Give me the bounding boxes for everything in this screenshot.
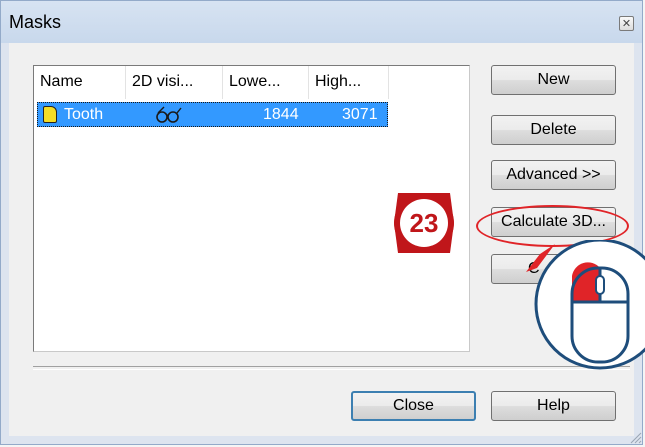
new-button[interactable]: New bbox=[491, 65, 616, 95]
close-window-icon[interactable]: ✕ bbox=[619, 16, 634, 31]
advanced-button[interactable]: Advanced >> bbox=[491, 160, 616, 190]
glasses-icon[interactable] bbox=[154, 106, 182, 124]
window-title: Masks bbox=[9, 12, 62, 32]
list-header: Name 2D visi... Lowe... High... bbox=[34, 66, 469, 99]
higher-threshold-cell: 3071 bbox=[342, 106, 378, 123]
delete-button[interactable]: Delete bbox=[491, 115, 616, 145]
column-lower-threshold-header[interactable]: Lowe... bbox=[223, 66, 309, 99]
table-row[interactable]: Tooth 1844 3071 bbox=[37, 102, 388, 127]
resize-grip-icon[interactable] bbox=[628, 430, 642, 444]
title-bar[interactable]: Masks ✕ bbox=[1, 1, 642, 43]
mask-color-swatch-icon bbox=[43, 106, 57, 123]
column-name-header[interactable]: Name bbox=[34, 66, 126, 99]
step-number: 23 bbox=[409, 208, 439, 238]
mouse-click-icon bbox=[526, 240, 645, 370]
mask-name-cell: Tooth bbox=[64, 106, 104, 123]
lower-threshold-cell: 1844 bbox=[263, 106, 299, 123]
column-2d-visibility-header[interactable]: 2D visi... bbox=[126, 66, 223, 99]
column-higher-threshold-header[interactable]: High... bbox=[309, 66, 389, 99]
close-button[interactable]: Close bbox=[351, 391, 476, 421]
